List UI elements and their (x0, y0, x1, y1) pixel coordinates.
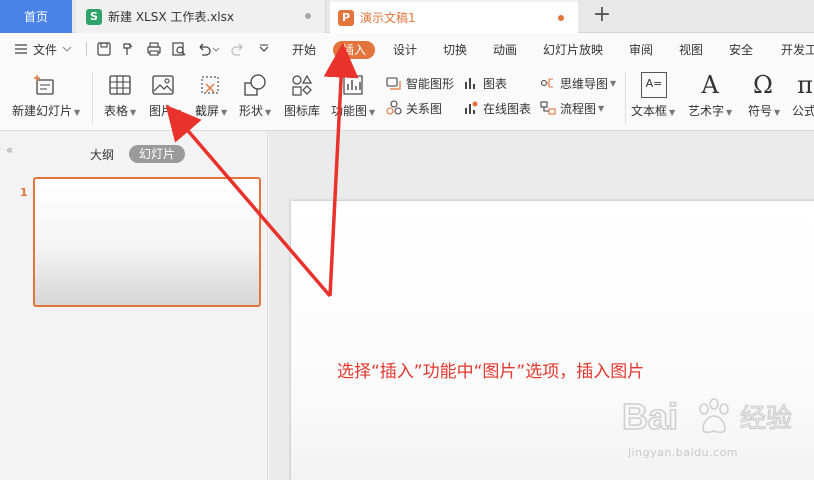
format-painter-icon[interactable] (120, 41, 136, 57)
presentation-icon: P (338, 9, 354, 26)
relation-chart-icon (386, 100, 402, 115)
file-menu-label: 文件 (33, 42, 58, 57)
tab-close-dot-icon[interactable] (305, 13, 311, 19)
tab-presentation-document[interactable]: P 演示文稿1 (330, 0, 578, 33)
new-slide-icon (34, 75, 54, 95)
mind-map-button[interactable]: 思维导图 ▼ (540, 74, 616, 92)
smart-art-button[interactable]: 智能图形 (386, 74, 454, 92)
flow-chart-icon (540, 101, 556, 115)
tab-ppt-label: 演示文稿1 (360, 11, 416, 25)
tab-insert[interactable]: 插入 (333, 41, 376, 59)
function-chart-icon (343, 75, 363, 95)
chart-button[interactable]: 图表 (463, 74, 507, 92)
mind-map-icon (540, 78, 553, 88)
save-icon[interactable] (96, 41, 112, 57)
redo-icon[interactable] (230, 41, 246, 57)
tab-developer[interactable]: 开发工 (781, 41, 814, 59)
mind-map-label: 思维导图 (560, 76, 609, 91)
tab-home-label: 首页 (23, 10, 48, 24)
shape-label: 形状 (239, 104, 264, 118)
tab-home[interactable]: 首页 (0, 0, 72, 33)
menu-bar: 文件 开始 插入 设计 切换 动画 幻灯片放映 审阅 视图 安全 开发工 (0, 33, 814, 65)
function-chart-label: 功能图 (331, 104, 368, 118)
relation-chart-label: 关系图 (406, 101, 443, 116)
omega-symbol-icon: Ω (753, 71, 773, 99)
document-tab-bar: 首页 S 新建 XLSX 工作表.xlsx P 演示文稿1 + (0, 0, 814, 33)
table-icon (109, 75, 131, 95)
chart-label: 图表 (483, 76, 508, 91)
text-box-icon: A= (641, 72, 667, 98)
collapse-panel-icon[interactable]: « (6, 143, 13, 157)
ribbon-separator (625, 71, 626, 125)
smart-art-icon (386, 77, 401, 90)
instruction-caption: 选择“插入”功能中“图片”选项，插入图片 (337, 362, 645, 382)
screenshot-icon (201, 76, 219, 94)
slide-thumbnail[interactable] (33, 177, 261, 307)
text-box-label: 文本框 (631, 104, 668, 118)
tab-design[interactable]: 设计 (393, 41, 417, 59)
tab-slides[interactable]: 幻灯片 (129, 145, 186, 163)
online-chart-label: 在线图表 (483, 101, 532, 116)
picture-label: 图片 (149, 104, 174, 118)
relation-chart-button[interactable]: 关系图 (386, 99, 442, 117)
file-menu-button[interactable]: 文件 (14, 33, 72, 65)
bar-chart-icon (465, 78, 475, 89)
smart-art-label: 智能图形 (406, 76, 455, 91)
online-chart-button[interactable]: 在线图表 (463, 99, 531, 117)
undo-icon[interactable] (196, 41, 212, 57)
customize-toolbar-icon[interactable] (256, 41, 272, 57)
online-chart-icon (465, 101, 478, 114)
tab-slideshow[interactable]: 幻灯片放映 (543, 41, 603, 59)
tab-security[interactable]: 安全 (729, 41, 753, 59)
insert-ribbon: 新建幻灯片 ▼ 表格 ▼ 图片 ▼ 截屏 ▼ 形状 ▼ 图标库 功能图 ▼ 智能… (0, 65, 814, 131)
symbol-label: 符号 (748, 104, 773, 118)
slide-navigation-panel: « 大纲 幻灯片 1 (0, 131, 268, 480)
tab-transition[interactable]: 切换 (443, 41, 467, 59)
tab-view[interactable]: 视图 (679, 41, 703, 59)
tab-home-ribbon[interactable]: 开始 (292, 41, 316, 59)
screenshot-label: 截屏 (195, 104, 220, 118)
chevron-down-icon[interactable] (212, 41, 220, 57)
formula-label: 公式 (792, 104, 814, 118)
tab-outline[interactable]: 大纲 (90, 146, 114, 163)
svg-text:经验: 经验 (740, 404, 792, 434)
tab-xlsx-document[interactable]: S 新建 XLSX 工作表.xlsx (76, 0, 326, 33)
table-label: 表格 (104, 104, 129, 118)
tab-xlsx-label: 新建 XLSX 工作表.xlsx (108, 10, 234, 24)
menu-separator (86, 42, 87, 56)
new-tab-button[interactable]: + (590, 3, 614, 29)
picture-icon (152, 75, 174, 95)
art-text-label: 艺术字 (688, 104, 725, 118)
chevron-down-icon (62, 46, 72, 52)
flow-chart-label: 流程图 (560, 101, 597, 116)
art-text-icon: A (701, 71, 719, 99)
spreadsheet-icon: S (86, 8, 102, 25)
print-preview-icon[interactable] (171, 41, 187, 57)
tab-unsaved-dot-icon[interactable] (558, 15, 564, 21)
wps-window: 首页 S 新建 XLSX 工作表.xlsx P 演示文稿1 + 文件 开始 插入… (0, 0, 814, 480)
hamburger-icon (15, 44, 27, 54)
svg-text:Bai: Bai (622, 396, 678, 437)
pi-formula-icon: π (797, 71, 813, 99)
tab-review[interactable]: 审阅 (629, 41, 653, 59)
print-icon[interactable] (146, 41, 162, 57)
icon-library-icon (292, 74, 313, 96)
shape-icon (244, 74, 266, 96)
icon-library-label: 图标库 (284, 104, 321, 118)
new-slide-label: 新建幻灯片 (12, 104, 73, 118)
tab-animation[interactable]: 动画 (493, 41, 517, 59)
ribbon-separator (92, 71, 93, 125)
slide-number: 1 (20, 186, 28, 199)
watermark-url: jingyan.baidu.com (628, 446, 739, 459)
flow-chart-button[interactable]: 流程图 ▼ (540, 99, 604, 117)
